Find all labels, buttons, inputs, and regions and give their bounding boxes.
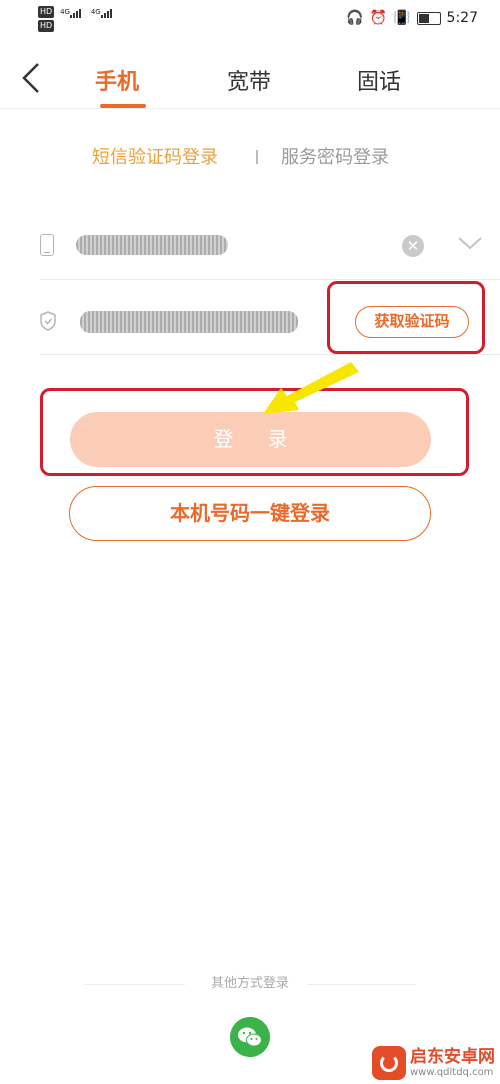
signal-icon: 4G: [60, 6, 82, 18]
divider: [0, 108, 500, 109]
phone-icon: [40, 234, 54, 256]
watermark-title: 启东安卓网: [410, 1047, 495, 1067]
tab-broadband[interactable]: 宽带: [227, 68, 271, 98]
watermark-logo-icon: [372, 1046, 406, 1080]
divider: [307, 984, 415, 985]
clock: 5:27: [446, 10, 478, 26]
wechat-icon[interactable]: [230, 1017, 270, 1057]
other-login-label: 其他方式登录: [210, 976, 289, 991]
headset-icon: 🎧: [346, 10, 364, 26]
shield-icon: [40, 311, 56, 331]
tab-landline[interactable]: 固话: [357, 68, 401, 98]
divider: [40, 354, 500, 355]
divider: [40, 279, 500, 280]
sms-login-tab[interactable]: 短信验证码登录: [92, 146, 218, 170]
arrow-annotation-icon: [263, 362, 359, 414]
battery-icon: [416, 11, 441, 25]
back-icon[interactable]: [18, 60, 48, 96]
alarm-icon: ⏰: [369, 10, 388, 26]
tab-phone[interactable]: 手机: [95, 68, 139, 98]
watermark: 启东安卓网 www.qdltdq.com: [372, 1042, 500, 1084]
hd-badge: HD: [38, 20, 55, 32]
divider: [256, 150, 258, 164]
watermark-url: www.qdltdq.com: [410, 1067, 494, 1078]
divider: [85, 984, 185, 985]
network-indicators: HD 4G 4G HD: [38, 6, 119, 32]
password-login-tab[interactable]: 服务密码登录: [281, 146, 389, 170]
highlight-box: [327, 281, 485, 354]
clear-icon[interactable]: ✕: [402, 235, 424, 257]
phone-number-input[interactable]: [76, 235, 228, 255]
verification-code-input[interactable]: [80, 311, 298, 333]
vibrate-icon: 📳: [393, 10, 411, 26]
chevron-down-icon[interactable]: [457, 232, 483, 254]
status-bar: HD 4G 4G HD 🎧 ⏰ 📳 5:27: [0, 0, 500, 40]
hd-badge: HD: [38, 6, 55, 18]
signal-icon: 4G: [91, 6, 113, 18]
status-right: 🎧 ⏰ 📳 5:27: [346, 10, 478, 26]
one-key-login-button[interactable]: 本机号码一键登录: [69, 486, 431, 541]
